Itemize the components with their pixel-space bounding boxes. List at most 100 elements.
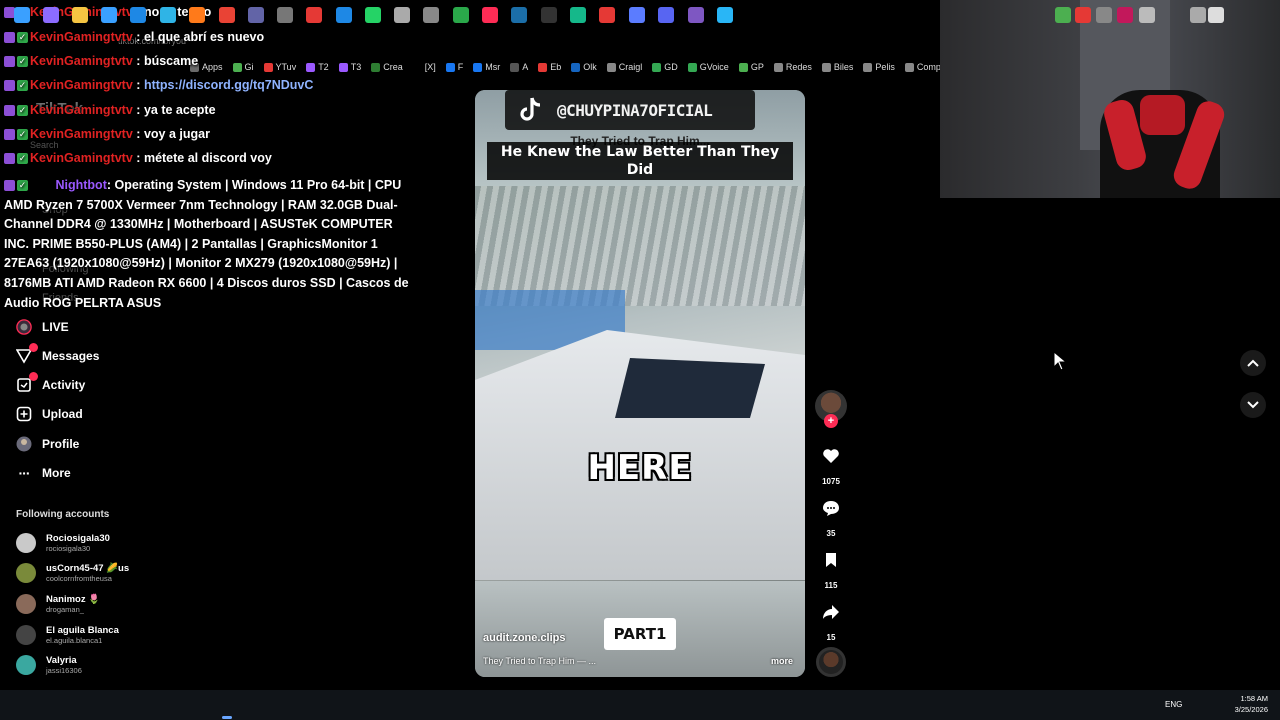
profile-icon bbox=[16, 436, 32, 452]
app-icon[interactable] bbox=[336, 7, 352, 23]
chat-username[interactable]: KevinGamingtvtv bbox=[30, 151, 133, 165]
app-icon[interactable] bbox=[629, 7, 645, 23]
bookmark-item[interactable]: GD bbox=[652, 62, 678, 72]
bookmark-item[interactable]: YTuv bbox=[263, 62, 296, 72]
system-clock[interactable]: 1:58 AM 3/25/2026 bbox=[1222, 693, 1268, 715]
sidebar-item-profile[interactable]: Profile bbox=[16, 436, 79, 452]
sidebar-item-messages[interactable]: Messages bbox=[16, 343, 99, 364]
like-count: 1075 bbox=[822, 477, 840, 486]
heart-icon[interactable] bbox=[816, 441, 846, 471]
tray-icon[interactable] bbox=[1117, 7, 1133, 23]
activity-icon bbox=[16, 372, 38, 393]
tray-icon[interactable] bbox=[1075, 7, 1091, 23]
file-explorer-icon[interactable] bbox=[72, 7, 88, 23]
app-icon[interactable] bbox=[394, 7, 410, 23]
sidebar-item-more[interactable]: ··· More bbox=[16, 465, 71, 481]
bookmark-item[interactable]: T2 bbox=[306, 62, 329, 72]
vpn-icon[interactable] bbox=[688, 7, 704, 23]
bookmark-item[interactable]: GVoice bbox=[687, 62, 729, 72]
bookmark-item[interactable]: A bbox=[510, 62, 528, 72]
bookmark-item[interactable]: Pelis bbox=[863, 62, 895, 72]
share-action[interactable]: 15 bbox=[816, 597, 846, 642]
bookmark-label: [X] bbox=[424, 62, 436, 72]
sidebar-item-live[interactable]: LIVE bbox=[16, 319, 69, 335]
chat-username-bot[interactable]: Nightbot bbox=[55, 178, 106, 192]
bookmark-item[interactable]: Gi bbox=[232, 62, 254, 72]
volume-icon[interactable] bbox=[1208, 7, 1224, 23]
follow-plus-icon[interactable]: + bbox=[824, 414, 838, 428]
music-disc-avatar[interactable] bbox=[816, 647, 846, 677]
bookmark-item[interactable]: GP bbox=[738, 62, 764, 72]
avatar bbox=[16, 563, 36, 583]
bookmark-item[interactable]: Crea bbox=[371, 62, 403, 72]
bookmark-item[interactable]: Olk bbox=[571, 62, 597, 72]
avatar bbox=[16, 594, 36, 614]
whatsapp-icon[interactable] bbox=[365, 7, 381, 23]
record-icon[interactable] bbox=[306, 7, 322, 23]
chat-username[interactable]: KevinGamingtvtv bbox=[30, 30, 133, 44]
bookmark-item[interactable]: Craigl bbox=[606, 62, 642, 72]
bookmark-icon bbox=[738, 62, 748, 72]
chat-username[interactable]: KevinGamingtvtv bbox=[30, 127, 133, 141]
chat-username[interactable]: KevinGamingtvtv bbox=[30, 54, 133, 68]
following-account[interactable]: El aguila Blanca el.aguila.blanca1 bbox=[16, 625, 119, 645]
sidebar-item-activity[interactable]: Activity bbox=[16, 372, 85, 393]
following-account[interactable]: usCorn45-47 🌽us coolcornfromtheusa bbox=[16, 563, 129, 583]
following-account[interactable]: Nanimoz 🌷 drogaman_ bbox=[16, 594, 100, 614]
comment-icon[interactable] bbox=[816, 493, 846, 523]
bookmark-item[interactable]: [X] bbox=[412, 62, 436, 72]
bookmark-icon bbox=[263, 62, 273, 72]
chat-username[interactable]: KevinGamingtvtv bbox=[30, 103, 133, 117]
video-author[interactable]: audit.zone.clips bbox=[483, 632, 566, 644]
app-icon[interactable] bbox=[599, 7, 615, 23]
app-icon[interactable] bbox=[277, 7, 293, 23]
chrome-icon[interactable] bbox=[219, 7, 235, 23]
epic-games-icon[interactable] bbox=[541, 7, 557, 23]
language-indicator[interactable]: ENG bbox=[1165, 700, 1182, 709]
discord-icon[interactable] bbox=[658, 7, 674, 23]
bookmark-item[interactable]: Eb bbox=[538, 62, 561, 72]
bookmark-icon bbox=[473, 62, 483, 72]
more-link[interactable]: more bbox=[771, 656, 793, 666]
app-icon[interactable] bbox=[570, 7, 586, 23]
bookmark-item[interactable]: Msr bbox=[473, 62, 500, 72]
store-icon[interactable] bbox=[101, 7, 117, 23]
sidebar-item-upload[interactable]: Upload bbox=[16, 406, 83, 422]
teams-icon[interactable] bbox=[248, 7, 264, 23]
tray-icon[interactable] bbox=[1096, 7, 1112, 23]
chat-username[interactable]: KevinGamingtvtv bbox=[30, 78, 133, 92]
app-icon[interactable] bbox=[423, 7, 439, 23]
bookmark-item[interactable]: Biles bbox=[821, 62, 853, 72]
firefox-icon[interactable] bbox=[189, 7, 205, 23]
chat-text: ya te acepte bbox=[143, 103, 216, 117]
tiktok-icon[interactable] bbox=[482, 7, 498, 23]
outlook-icon[interactable] bbox=[130, 7, 146, 23]
discord-link[interactable]: https://discord.gg/tq7NDuvC bbox=[144, 78, 313, 92]
chat-message: ✓ KevinGamingtvtv : búscame bbox=[4, 52, 198, 72]
chat-message: ✓ KevinGamingtvtv : https://discord.gg/tq… bbox=[4, 76, 313, 96]
edge-icon[interactable] bbox=[160, 7, 176, 23]
clock-time: 1:58 AM bbox=[1240, 694, 1268, 703]
save-action[interactable]: 115 bbox=[816, 545, 846, 590]
following-account[interactable]: Rociosigala30 rociosigala30 bbox=[16, 533, 110, 553]
microphone-icon[interactable] bbox=[1139, 7, 1155, 23]
app-icon[interactable] bbox=[453, 7, 469, 23]
tray-icon[interactable] bbox=[1190, 7, 1206, 23]
share-icon[interactable] bbox=[816, 597, 846, 627]
app-icon[interactable] bbox=[717, 7, 733, 23]
bookmark-item[interactable]: F bbox=[445, 62, 463, 72]
windows-start-icon[interactable] bbox=[14, 7, 30, 23]
copilot-icon[interactable] bbox=[43, 7, 59, 23]
video-player[interactable]: They Tried to Trap Him... He Knew the La… bbox=[475, 90, 805, 677]
next-video-button[interactable] bbox=[1240, 392, 1266, 418]
like-action[interactable]: 1075 bbox=[816, 441, 846, 486]
steam-icon[interactable] bbox=[511, 7, 527, 23]
following-account[interactable]: Valyria jassi16306 bbox=[16, 655, 82, 675]
bookmark-item[interactable]: Redes bbox=[773, 62, 812, 72]
bookmark-item[interactable]: T3 bbox=[338, 62, 361, 72]
part-label: PART1 bbox=[604, 618, 676, 650]
previous-video-button[interactable] bbox=[1240, 350, 1266, 376]
comment-action[interactable]: 35 bbox=[816, 493, 846, 538]
bookmark-icon[interactable] bbox=[816, 545, 846, 575]
tray-icon[interactable] bbox=[1055, 7, 1071, 23]
